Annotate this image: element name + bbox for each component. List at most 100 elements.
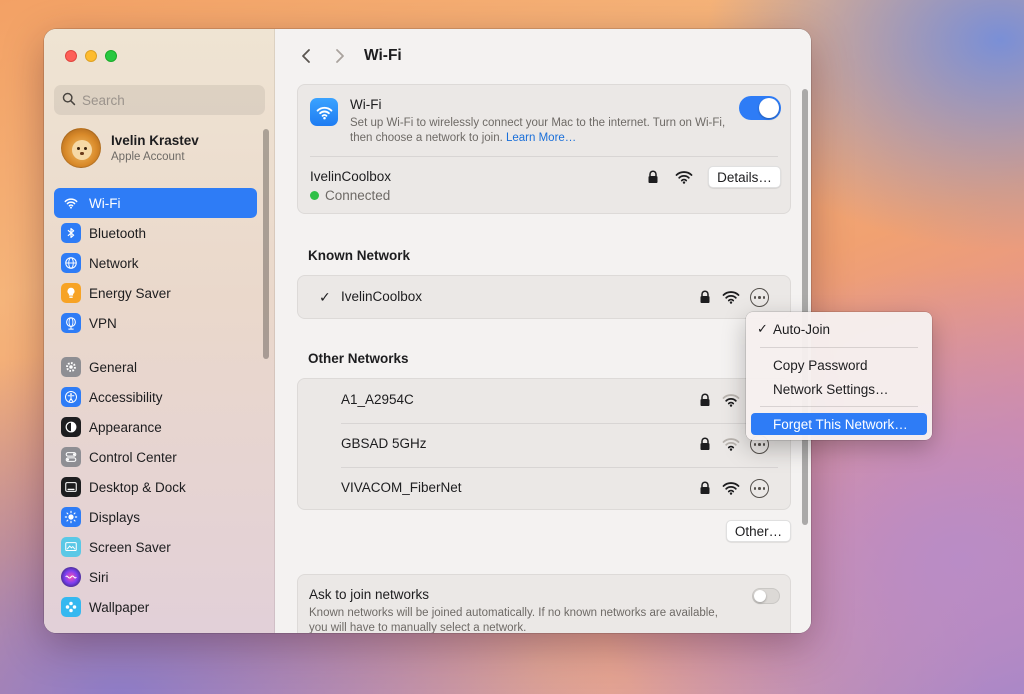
- lock-icon: [699, 481, 711, 498]
- wifi-signal-icon: [675, 170, 693, 187]
- sun-icon: [61, 507, 81, 527]
- sidebar-item-control-center[interactable]: Control Center: [54, 442, 257, 472]
- lock-icon: [699, 290, 711, 307]
- sidebar-item-displays[interactable]: Displays: [54, 502, 257, 532]
- forward-button[interactable]: [326, 43, 354, 69]
- known-network-heading: Known Network: [308, 248, 411, 263]
- network-name: IvelinCoolbox: [341, 289, 423, 304]
- sidebar-item-network[interactable]: Network: [54, 248, 257, 278]
- search-input[interactable]: [82, 92, 252, 108]
- sidebar-item-wifi[interactable]: Wi-Fi: [54, 188, 257, 218]
- wifi-icon: [61, 193, 81, 213]
- menu-item-forget-network[interactable]: Forget This Network…: [751, 413, 927, 435]
- sidebar-item-screen-saver[interactable]: Screen Saver: [54, 532, 257, 562]
- sidebar-item-siri[interactable]: Siri: [54, 562, 257, 592]
- other-networks-heading: Other Networks: [308, 351, 409, 366]
- divider: [310, 156, 778, 157]
- sidebar-item-label: Accessibility: [89, 389, 163, 405]
- search-icon: [62, 92, 76, 109]
- vpn-globe-icon: [61, 313, 81, 333]
- network-context-menu: ✓ Auto-Join Copy Password Network Settin…: [746, 312, 932, 440]
- main-scrollbar[interactable]: [802, 89, 808, 525]
- sidebar-item-label: General: [89, 359, 138, 375]
- sidebar-item-label: Desktop & Dock: [89, 479, 186, 495]
- window-controls: [65, 50, 117, 62]
- more-options-button[interactable]: [750, 479, 769, 498]
- sidebar-item-vpn[interactable]: VPN: [54, 308, 257, 338]
- network-name: GBSAD 5GHz: [341, 436, 427, 451]
- other-network-button[interactable]: Other…: [726, 520, 791, 542]
- system-settings-window: Ivelin Krastev Apple Account Wi-Fi Bluet…: [44, 29, 811, 633]
- sidebar-item-label: Energy Saver: [89, 285, 171, 301]
- globe-icon: [61, 253, 81, 273]
- current-network-name: IvelinCoolbox: [310, 169, 392, 184]
- sidebar-item-wallpaper[interactable]: Wallpaper: [54, 592, 257, 622]
- accessibility-icon: [61, 387, 81, 407]
- network-name: VIVACOM_FiberNet: [341, 480, 462, 495]
- sidebar-item-appearance[interactable]: Appearance: [54, 412, 257, 442]
- wifi-signal-icon: [722, 481, 740, 498]
- menu-item-network-settings[interactable]: Network Settings…: [751, 378, 927, 400]
- menu-item-copy-password[interactable]: Copy Password: [751, 354, 927, 376]
- bluetooth-icon: [61, 223, 81, 243]
- appearance-icon: [61, 417, 81, 437]
- wifi-icon: [310, 98, 338, 126]
- menu-separator: [760, 347, 918, 348]
- sidebar-scrollbar[interactable]: [263, 129, 269, 359]
- close-window-button[interactable]: [65, 50, 77, 62]
- sidebar-item-desktop-dock[interactable]: Desktop & Dock: [54, 472, 257, 502]
- wifi-signal-weak-icon: [722, 393, 740, 410]
- sidebar-item-label: VPN: [89, 315, 117, 331]
- sidebar-item-label: Wi-Fi: [89, 195, 121, 211]
- dock-icon: [61, 477, 81, 497]
- apple-account-row[interactable]: Ivelin Krastev Apple Account: [61, 128, 199, 168]
- network-name: A1_A2954C: [341, 392, 414, 407]
- lock-icon: [699, 437, 711, 454]
- sidebar-item-label: Wallpaper: [89, 599, 150, 615]
- siri-icon: [61, 567, 81, 587]
- learn-more-link[interactable]: Learn More…: [506, 132, 576, 144]
- zoom-window-button[interactable]: [105, 50, 117, 62]
- toolbar: Wi-Fi: [276, 43, 811, 69]
- account-subtitle: Apple Account: [111, 151, 185, 163]
- sidebar-item-accessibility[interactable]: Accessibility: [54, 382, 257, 412]
- connected-dot-icon: [310, 191, 319, 200]
- main-pane: Wi-Fi Wi-Fi Set up Wi-Fi to wirelessly c…: [276, 29, 811, 633]
- ask-to-join-description: Known networks will be joined automatica…: [309, 607, 718, 633]
- back-button[interactable]: [292, 43, 320, 69]
- more-options-button[interactable]: [750, 288, 769, 307]
- sidebar-item-label: Network: [89, 255, 139, 271]
- search-field[interactable]: [54, 85, 265, 115]
- list-item[interactable]: VIVACOM_FiberNet: [298, 467, 792, 511]
- menu-item-auto-join[interactable]: ✓ Auto-Join: [751, 318, 927, 340]
- sidebar-item-label: Bluetooth: [89, 225, 147, 241]
- ask-to-join-toggle[interactable]: [752, 588, 780, 604]
- account-name: Ivelin Krastev: [111, 133, 199, 148]
- wifi-signal-icon: [722, 290, 740, 307]
- list-item[interactable]: ✓ IvelinCoolbox: [298, 276, 792, 320]
- sidebar-item-label: Screen Saver: [89, 539, 171, 555]
- lock-icon: [647, 170, 659, 187]
- ask-to-join-title: Ask to join networks: [309, 587, 430, 602]
- list-item[interactable]: GBSAD 5GHz: [298, 423, 792, 467]
- details-button[interactable]: Details…: [708, 166, 781, 188]
- sidebar-item-label: Control Center: [89, 449, 177, 465]
- avatar: [61, 128, 101, 168]
- connection-status: Connected: [310, 188, 390, 203]
- sidebar-item-bluetooth[interactable]: Bluetooth: [54, 218, 257, 248]
- menu-separator: [760, 406, 918, 407]
- minimize-window-button[interactable]: [85, 50, 97, 62]
- sidebar-item-label: Displays: [89, 509, 141, 525]
- wifi-toggle[interactable]: [739, 96, 781, 120]
- sidebar-item-energy-saver[interactable]: Energy Saver: [54, 278, 257, 308]
- sidebar-item-general[interactable]: General: [54, 352, 257, 382]
- wifi-card: Wi-Fi Set up Wi-Fi to wirelessly connect…: [297, 84, 791, 214]
- sidebar-item-label: Appearance: [89, 419, 162, 435]
- chevron-left-icon: [302, 49, 310, 63]
- ask-to-join-card: Ask to join networks Known networks will…: [297, 574, 791, 633]
- sidebar-list: Wi-Fi Bluetooth Network Energy Saver VPN…: [54, 188, 257, 622]
- list-item[interactable]: A1_A2954C: [298, 379, 792, 423]
- checkmark-icon: ✓: [319, 289, 331, 305]
- page-title: Wi-Fi: [364, 47, 402, 64]
- sidebar-item-label: Siri: [89, 569, 109, 585]
